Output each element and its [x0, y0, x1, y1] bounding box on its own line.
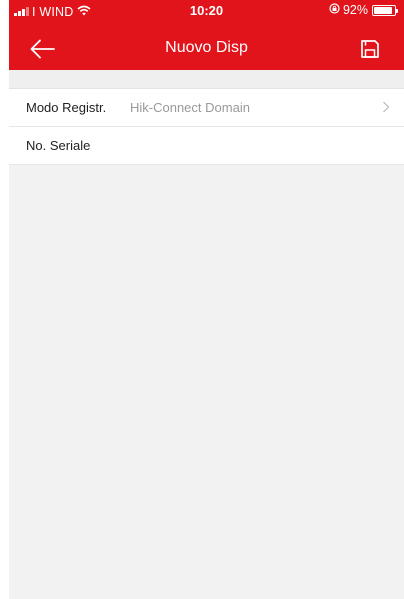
serial-number-label: No. Seriale — [26, 138, 91, 153]
serial-number-row[interactable]: No. Seriale — [9, 127, 404, 165]
header: I WIND 10:20 92% Nuovo Disp — [9, 0, 404, 70]
device-form: Modo Registr. Hik-Connect Domain No. Ser… — [9, 89, 404, 165]
status-right: 92% — [329, 3, 398, 17]
battery-icon — [372, 4, 398, 16]
nav-bar: Nuovo Disp — [9, 26, 404, 70]
registration-mode-value: Hik-Connect Domain — [130, 100, 250, 115]
battery-percent: 92% — [342, 3, 368, 17]
battery-tip — [396, 8, 398, 13]
battery-fill — [374, 6, 393, 14]
floppy-disk-icon — [361, 40, 379, 58]
orientation-lock-icon — [329, 3, 340, 17]
registration-mode-row[interactable]: Modo Registr. Hik-Connect Domain — [9, 89, 404, 127]
status-bar: I WIND 10:20 92% — [9, 0, 404, 22]
save-button[interactable] — [356, 35, 384, 63]
registration-mode-label: Modo Registr. — [26, 100, 107, 115]
chevron-right-icon — [382, 100, 390, 119]
page-title: Nuovo Disp — [165, 39, 248, 56]
app-screen: I WIND 10:20 92% Nuovo Disp Modo Registr… — [9, 0, 404, 599]
section-spacer — [9, 70, 404, 89]
